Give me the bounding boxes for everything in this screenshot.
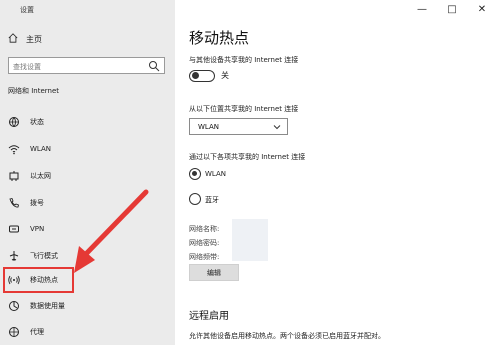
maximize-button[interactable]: □ [437, 0, 467, 18]
close-button[interactable]: ✕ [467, 0, 497, 18]
sidebar-item-ethernet[interactable]: 以太网 [8, 168, 168, 184]
sidebar-item-label: 拨号 [30, 199, 44, 207]
sidebar-item-vpn[interactable]: VPN [8, 221, 168, 237]
sidebar-item-label: 代理 [30, 328, 44, 336]
ethernet-icon [8, 170, 20, 182]
remote-section-title: 远程启用 [189, 311, 229, 322]
page-title: 移动热点 [189, 29, 250, 47]
hotspot-toggle[interactable] [189, 70, 215, 82]
proxy-icon [8, 326, 20, 338]
share-over-label: 通过以下各项共享我的 Internet 连接 [189, 153, 306, 161]
network-details-value [232, 219, 268, 261]
network-name-label: 网络名称: [189, 225, 220, 233]
vpn-icon [8, 223, 20, 235]
sidebar-item-status[interactable]: 状态 [8, 114, 168, 130]
home-label: 主页 [26, 34, 42, 44]
toggle-state-label: 关 [221, 71, 229, 80]
airplane-icon [8, 250, 20, 262]
sidebar-item-label: 以太网 [30, 172, 51, 180]
select-value: WLAN [198, 123, 220, 131]
share-from-label: 从以下位置共享我的 Internet 连接 [189, 105, 299, 113]
radio-wlan-label: WLAN [205, 170, 227, 178]
sidebar-item-label: 飞行模式 [30, 252, 58, 260]
globe-icon [8, 116, 20, 128]
radio-bluetooth[interactable] [189, 193, 201, 205]
sidebar-item-wlan[interactable]: WLAN [8, 141, 168, 157]
sidebar-item-label: 数据使用量 [30, 302, 65, 310]
chevron-down-icon [273, 125, 281, 130]
sidebar-home[interactable]: 主页 [8, 33, 42, 45]
edit-button[interactable]: 编辑 [189, 264, 239, 281]
toggle-knob [192, 72, 199, 79]
phone-icon [8, 197, 20, 209]
sidebar-item-label: 状态 [30, 118, 44, 126]
network-password-label: 网络密码: [189, 239, 220, 247]
wifi-icon [8, 143, 20, 155]
remote-help-text: 允许其他设备启用移动热点。两个设备必须已启用蓝牙并配对。 [189, 332, 385, 340]
data-usage-icon [8, 300, 20, 312]
sidebar-item-proxy[interactable]: 代理 [8, 324, 168, 340]
sidebar-item-dialup[interactable]: 拨号 [8, 195, 168, 211]
share-with-others-label: 与其他设备共享我的 Internet 连接 [189, 56, 299, 64]
highlight-outline [3, 267, 74, 293]
sidebar-item-data-usage[interactable]: 数据使用量 [8, 298, 168, 314]
search-placeholder: 查找设置 [13, 63, 41, 71]
window-controls: — □ ✕ [407, 0, 497, 18]
sidebar-item-label: VPN [30, 225, 45, 233]
radio-bluetooth-label: 蓝牙 [205, 196, 219, 204]
share-from-select[interactable]: WLAN [189, 118, 288, 135]
section-title: 网络和 Internet [8, 87, 60, 95]
sidebar-item-airplane-mode[interactable]: 飞行模式 [8, 248, 168, 264]
home-icon [8, 33, 18, 45]
settings-sidebar: 设置 主页 查找设置 网络和 Internet 状态 WLAN 以太网 拨号 V… [0, 0, 175, 345]
sidebar-item-label: WLAN [30, 145, 52, 153]
radio-dot [192, 171, 197, 176]
minimize-button[interactable]: — [407, 0, 437, 18]
search-icon[interactable] [148, 60, 160, 72]
network-band-label: 网络频带: [189, 253, 220, 261]
radio-wlan[interactable] [189, 168, 201, 180]
search-input[interactable]: 查找设置 [8, 57, 165, 74]
window-title: 设置 [20, 6, 34, 14]
